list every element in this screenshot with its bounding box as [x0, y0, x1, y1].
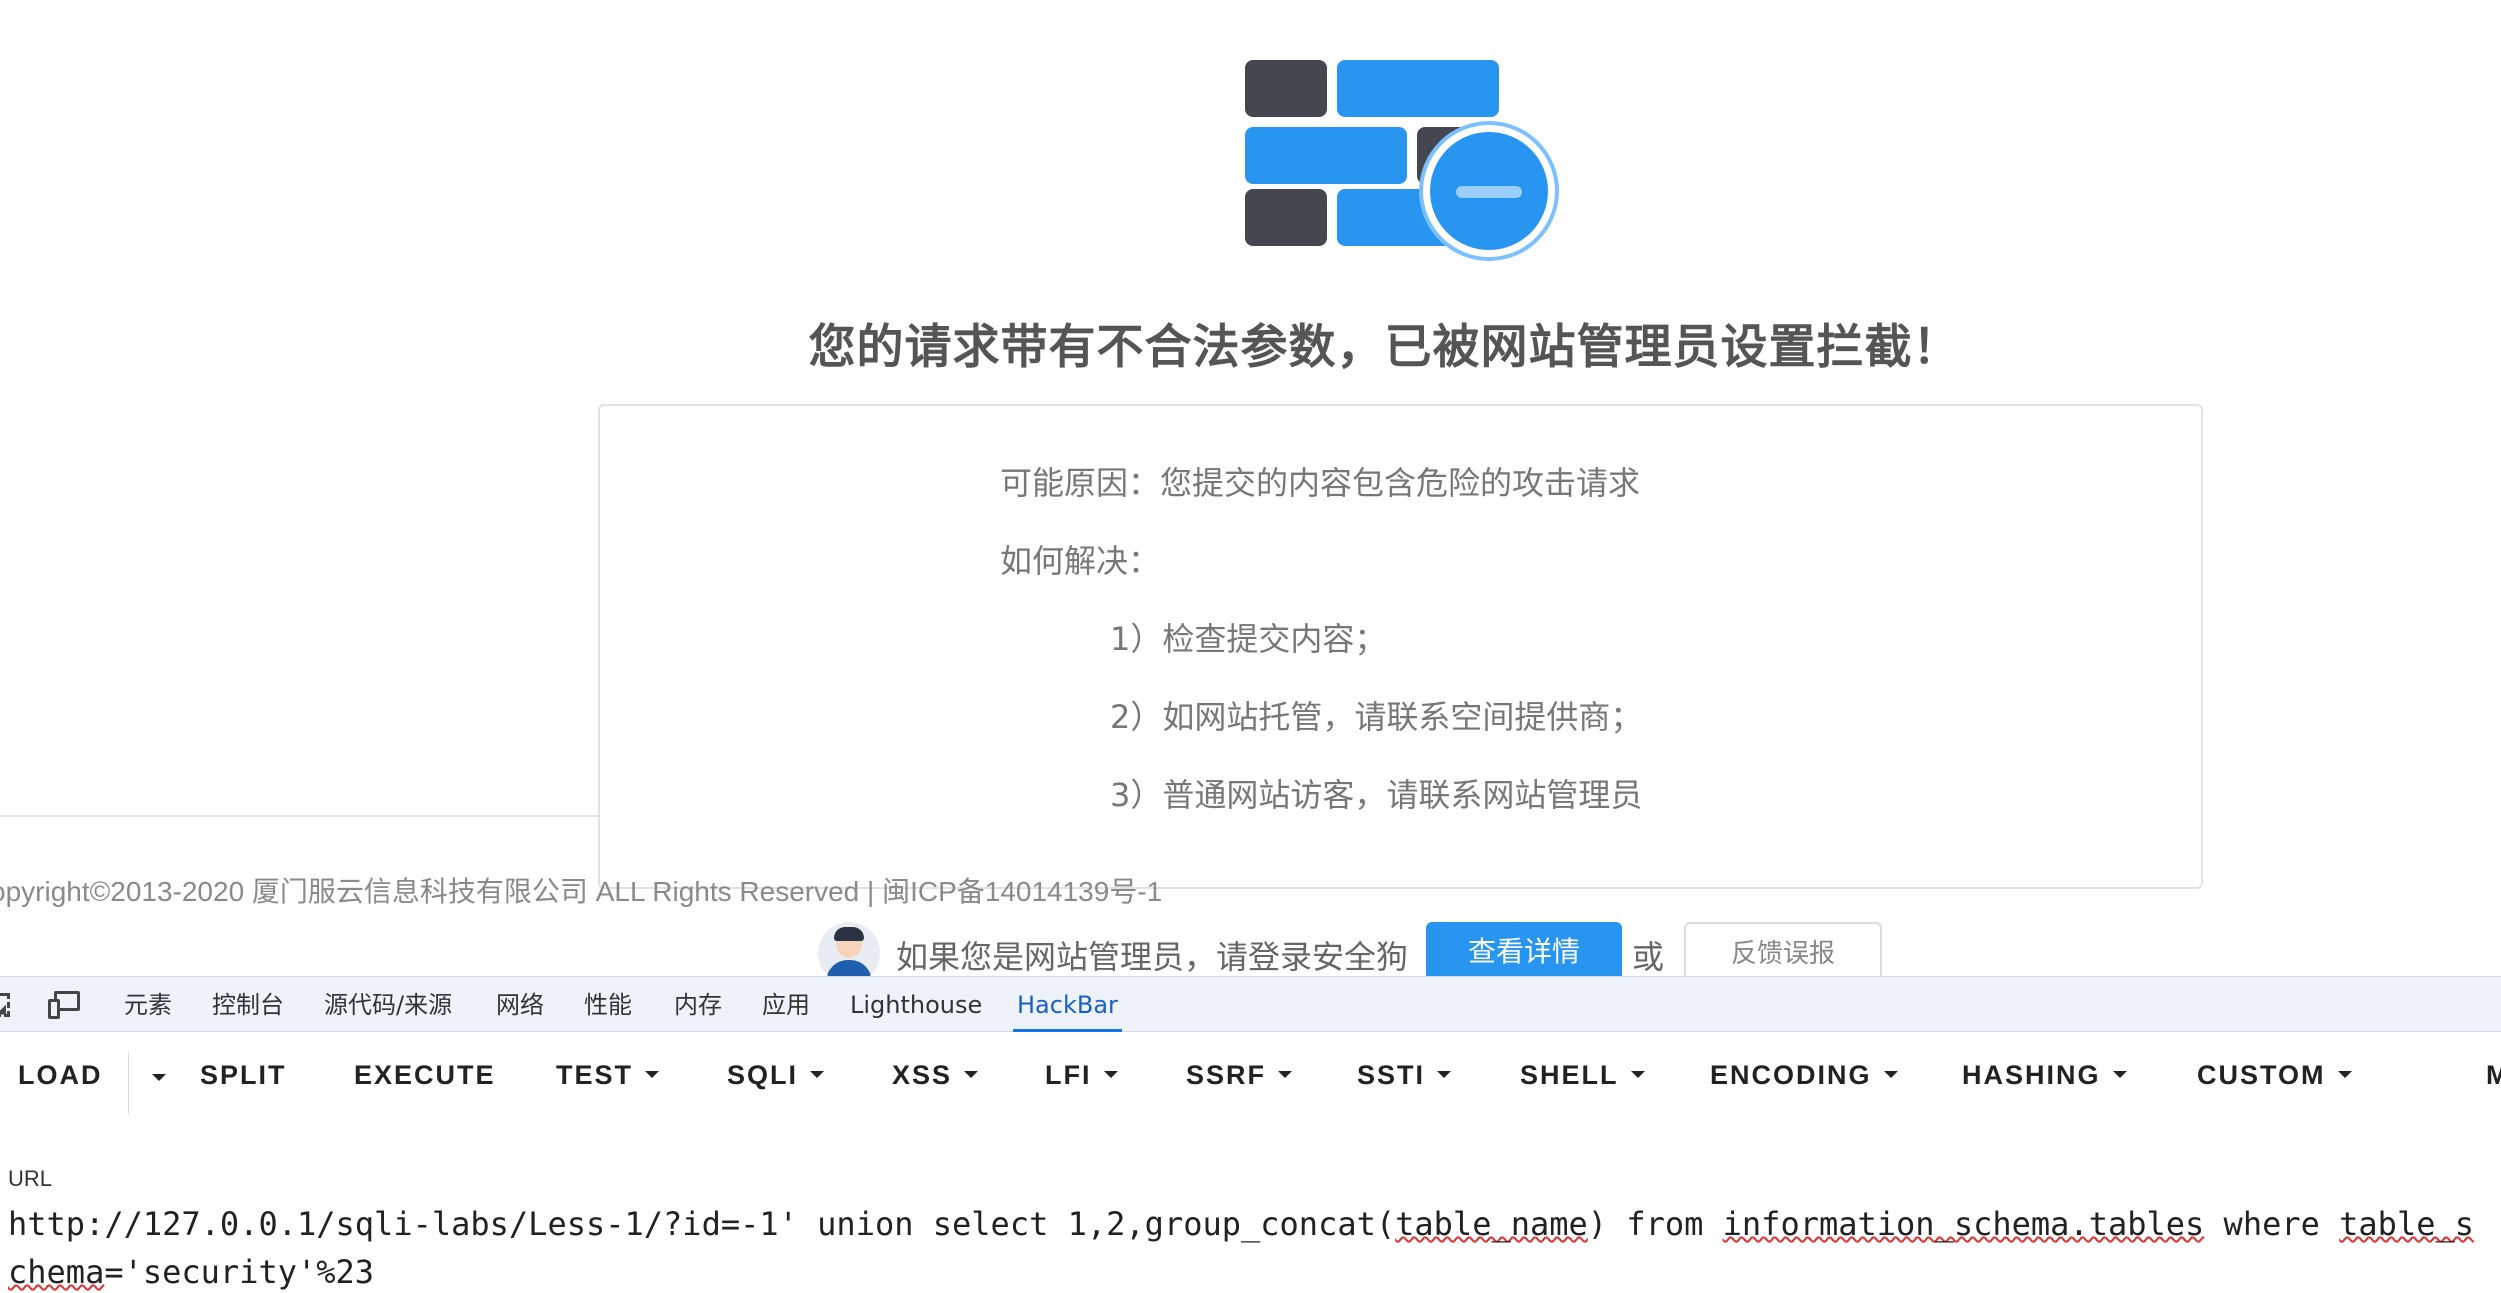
admin-prompt: 如果您是网站管理员，请登录安全狗	[896, 938, 1409, 976]
encoding-menu[interactable]: ENCODING	[1710, 1060, 1898, 1091]
reason-panel: 可能原因：您提交的内容包含危险的攻击请求 如何解决： 1）检查提交内容； 2）如…	[598, 404, 2203, 889]
hashing-menu[interactable]: HASHING	[1962, 1060, 2127, 1091]
ssti-menu-label: SSTI	[1357, 1060, 1426, 1090]
tab-console[interactable]: 控制台	[208, 977, 288, 1033]
tab-sources[interactable]: 源代码/来源	[320, 977, 456, 1033]
solve-step-2: 2）如网站托管，请联系空间提供商；	[1110, 698, 1643, 736]
caret-down-icon	[810, 1071, 825, 1079]
ssrf-menu[interactable]: SSRF	[1186, 1060, 1293, 1091]
firewall-logo-icon	[1245, 55, 1555, 257]
sqli-menu[interactable]: SQLI	[727, 1060, 825, 1091]
xss-menu-label: XSS	[892, 1060, 953, 1090]
url-segment-misspelled: information_schema.tables	[1722, 1205, 2205, 1243]
divider	[0, 815, 598, 817]
url-segment: where	[2204, 1205, 2340, 1243]
load-dropdown-caret-icon[interactable]	[152, 1074, 166, 1081]
solve-label: 如何解决：	[1000, 542, 1161, 580]
tab-performance[interactable]: 性能	[580, 977, 636, 1033]
caret-down-icon	[964, 1071, 979, 1079]
load-button[interactable]: LOAD	[18, 1060, 103, 1091]
caret-down-icon	[1437, 1071, 1452, 1079]
solve-step-1: 1）检查提交内容；	[1110, 620, 1387, 658]
lfi-menu[interactable]: LFI	[1045, 1060, 1118, 1091]
tab-elements[interactable]: 元素	[120, 977, 176, 1033]
overflow-button[interactable]: M	[2486, 1060, 2501, 1091]
url-label: URL	[8, 1166, 53, 1191]
or-text: 或	[1632, 938, 1665, 976]
caret-down-icon	[1883, 1071, 1898, 1079]
url-segment: http://127.0.0.1/sqli-labs/Less-1/?id=-1…	[8, 1205, 1396, 1243]
caret-down-icon	[2337, 1071, 2352, 1079]
caret-down-icon	[1278, 1071, 1293, 1079]
tab-lighthouse[interactable]: Lighthouse	[846, 977, 986, 1033]
sqli-menu-label: SQLI	[727, 1060, 799, 1090]
caret-down-icon	[1103, 1071, 1118, 1079]
tab-memory[interactable]: 内存	[670, 977, 726, 1033]
test-menu[interactable]: TEST	[556, 1060, 660, 1091]
admin-avatar-icon	[818, 922, 880, 984]
execute-button[interactable]: EXECUTE	[354, 1060, 496, 1091]
device-toolbar-icon[interactable]	[48, 991, 80, 1019]
tab-network[interactable]: 网络	[492, 977, 548, 1033]
report-false-positive-button[interactable]: 反馈误报	[1684, 922, 1882, 982]
solve-step-3: 3）普通网站访客，请联系网站管理员	[1110, 776, 1643, 814]
hackbar-toolbar: LOAD SPLIT EXECUTE TEST SQLI XSS LFI SSR…	[0, 1032, 2501, 1128]
caret-down-icon	[645, 1071, 660, 1079]
toolbar-separator	[128, 1052, 129, 1114]
minus-badge-icon	[1423, 125, 1555, 257]
copyright-text: opyright©2013-2020 厦门服云信息科技有限公司 ALL Righ…	[0, 876, 1163, 907]
shell-menu-label: SHELL	[1520, 1060, 1619, 1090]
encoding-menu-label: ENCODING	[1710, 1060, 1872, 1090]
url-segment: ='security'%23	[104, 1253, 375, 1291]
url-segment: ) from	[1587, 1205, 1723, 1243]
inspect-element-icon[interactable]	[0, 991, 20, 1020]
tab-hackbar[interactable]: HackBar	[1013, 977, 1122, 1033]
url-segment-misspelled: table_name	[1395, 1205, 1588, 1243]
hashing-menu-label: HASHING	[1962, 1060, 2101, 1090]
split-button[interactable]: SPLIT	[200, 1060, 287, 1091]
test-menu-label: TEST	[556, 1060, 634, 1090]
ssti-menu[interactable]: SSTI	[1357, 1060, 1452, 1091]
url-input[interactable]: http://127.0.0.1/sqli-labs/Less-1/?id=-1…	[8, 1200, 2488, 1292]
view-details-button[interactable]: 查看详情	[1426, 922, 1622, 982]
lfi-menu-label: LFI	[1045, 1060, 1092, 1090]
devtools-tab-strip: 元素 控制台 源代码/来源 网络 性能 内存 应用 Lighthouse Hac…	[0, 976, 2501, 1033]
ssrf-menu-label: SSRF	[1186, 1060, 1267, 1090]
custom-menu-label: CUSTOM	[2197, 1060, 2326, 1090]
possible-reason: 可能原因：您提交的内容包含危险的攻击请求	[1000, 464, 1641, 502]
block-headline: 您的请求带有不合法参数，已被网站管理员设置拦截！	[808, 320, 1961, 375]
custom-menu[interactable]: CUSTOM	[2197, 1060, 2352, 1091]
xss-menu[interactable]: XSS	[892, 1060, 979, 1091]
caret-down-icon	[1630, 1071, 1645, 1079]
tab-application[interactable]: 应用	[758, 977, 814, 1033]
caret-down-icon	[2112, 1071, 2127, 1079]
shell-menu[interactable]: SHELL	[1520, 1060, 1645, 1091]
